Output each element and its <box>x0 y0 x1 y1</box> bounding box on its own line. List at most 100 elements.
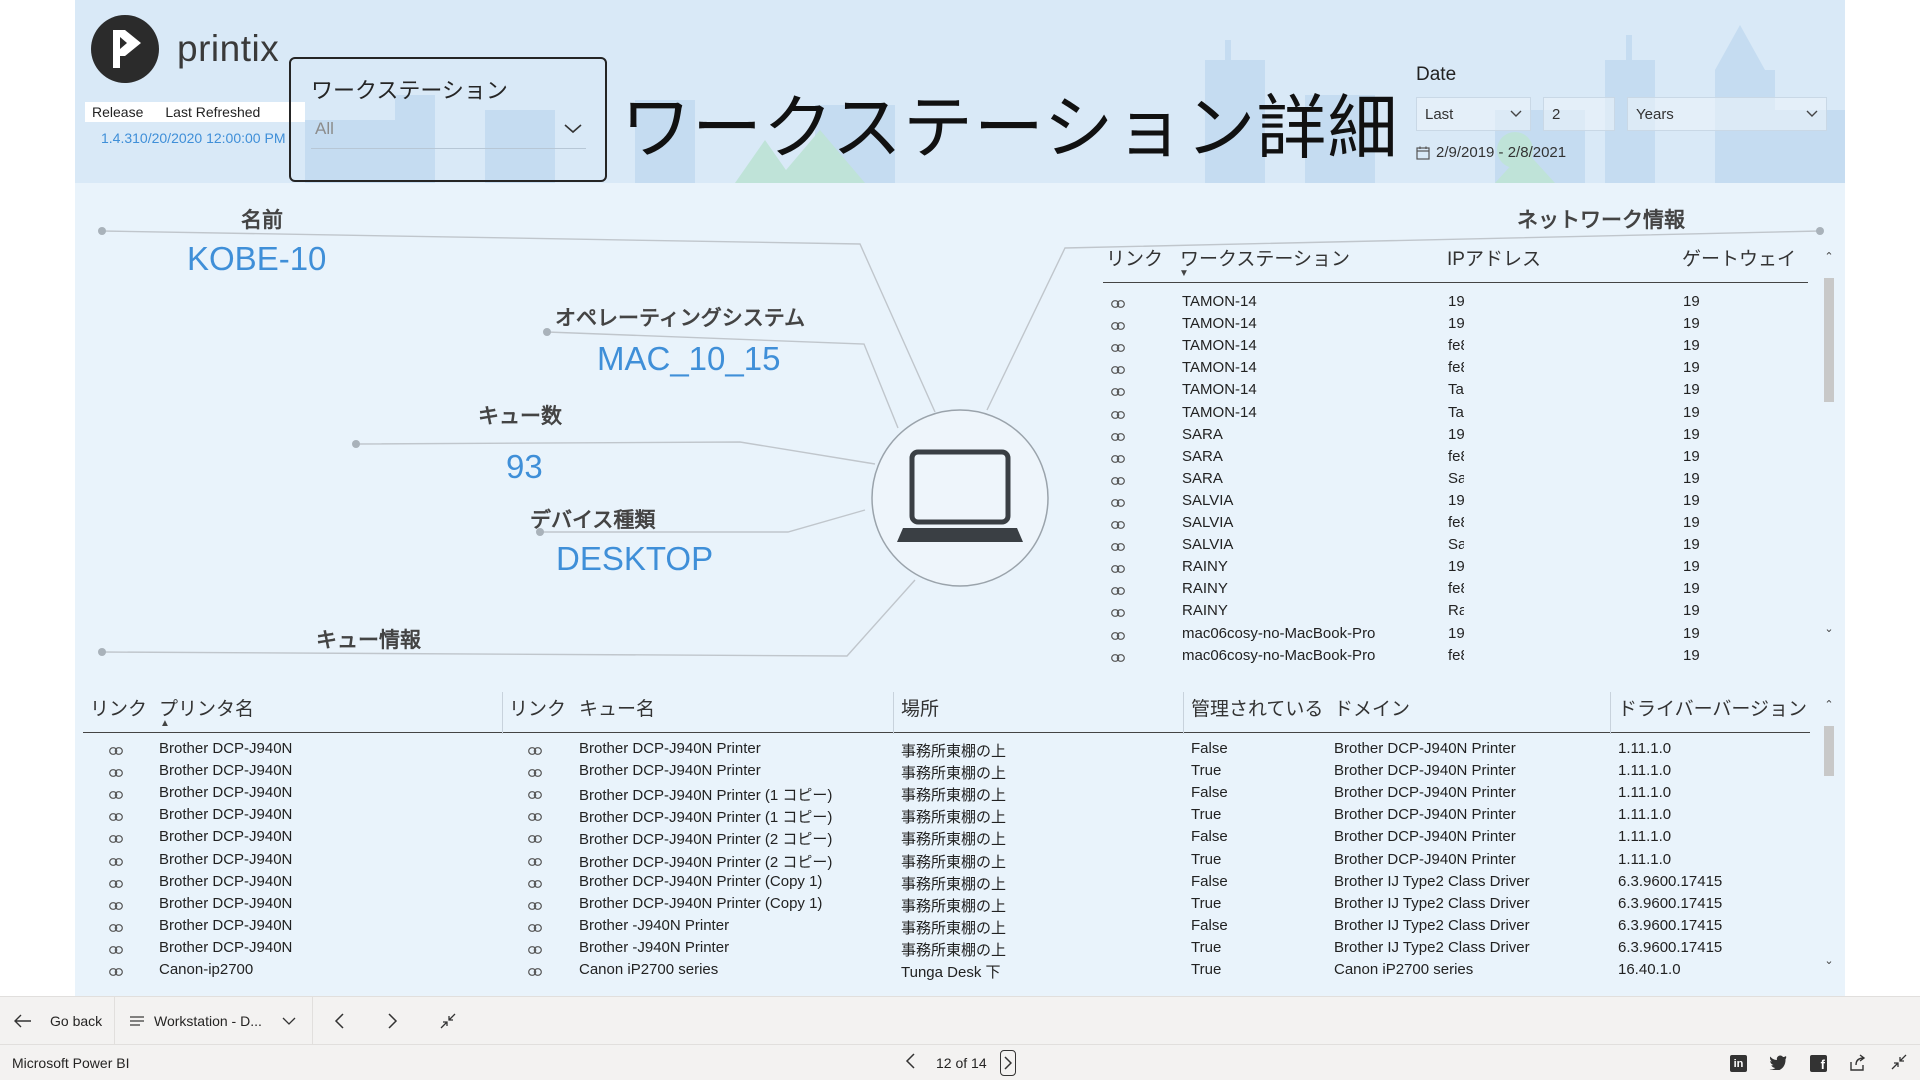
link-icon[interactable] <box>528 786 542 803</box>
gateway-cell: 19 <box>1683 602 1700 620</box>
link-icon[interactable] <box>528 875 542 892</box>
link-icon[interactable] <box>528 963 542 980</box>
queue-header-printer-link[interactable]: リンク <box>90 694 147 721</box>
queue-header-printer-name[interactable]: プリンタ名 <box>159 694 254 721</box>
link-icon[interactable] <box>109 742 123 759</box>
scroll-down-icon[interactable]: ⌄ <box>1824 624 1834 635</box>
location-cell: 事務所東棚の上 <box>901 897 1007 915</box>
date-relative-dropdown[interactable]: Last <box>1416 97 1531 131</box>
previous-page-button[interactable] <box>334 997 344 1045</box>
workstation-cell: SALVIA <box>1182 536 1234 554</box>
table-row: Brother DCP-J940N Brother DCP-J940N Print… <box>83 760 1825 782</box>
link-icon[interactable] <box>1111 406 1125 423</box>
link-icon[interactable] <box>528 897 542 914</box>
queue-table-scrollbar[interactable]: ⌃ ⌄ <box>1824 696 1834 972</box>
facebook-icon[interactable]: f <box>1810 1055 1827 1072</box>
scroll-thumb[interactable] <box>1824 278 1834 402</box>
link-icon[interactable] <box>1111 582 1125 599</box>
link-icon[interactable] <box>109 875 123 892</box>
link-icon[interactable] <box>1111 649 1125 666</box>
link-icon[interactable] <box>1111 361 1125 378</box>
next-page-button[interactable] <box>388 997 398 1045</box>
link-icon[interactable] <box>528 941 542 958</box>
link-icon[interactable] <box>528 808 542 825</box>
link-icon[interactable] <box>109 963 123 980</box>
table-row: Brother DCP-J940N Brother DCP-J940N Print… <box>83 849 1825 871</box>
link-icon[interactable] <box>109 830 123 847</box>
scroll-thumb[interactable] <box>1824 726 1834 776</box>
ip-cell: fe8 <box>1448 337 1464 355</box>
workstation-dropdown[interactable]: All <box>311 109 586 149</box>
share-icon[interactable] <box>1848 1054 1866 1075</box>
collapse-icon[interactable] <box>1891 1054 1907 1073</box>
link-icon[interactable] <box>528 830 542 847</box>
link-icon[interactable] <box>1111 428 1125 445</box>
queue-header-driver-version[interactable]: ドライバーバージョン <box>1618 694 1807 721</box>
net-header-workstation[interactable]: ワークステーション <box>1180 244 1350 271</box>
net-header-ip[interactable]: IPアドレス <box>1447 244 1541 271</box>
queue-header-location[interactable]: 場所 <box>901 694 939 721</box>
driver-version-cell: 1.11.1.0 <box>1618 762 1672 780</box>
table-row: mac06cosy-no-MacBook-Pro fe8 19 <box>1101 645 1825 667</box>
queue-name-cell: Brother DCP-J940N Printer (2 コピー) <box>579 831 833 849</box>
link-icon[interactable] <box>1111 383 1125 400</box>
scroll-down-icon[interactable]: ⌄ <box>1824 956 1834 967</box>
go-back-button[interactable]: Go back <box>14 997 102 1045</box>
table-row: SARA Sa 19 <box>1101 468 1825 490</box>
link-icon[interactable] <box>109 786 123 803</box>
link-icon[interactable] <box>1111 339 1125 356</box>
link-icon[interactable] <box>1111 494 1125 511</box>
queue-header-managed[interactable]: 管理されている <box>1191 694 1323 721</box>
linkedin-icon[interactable]: in <box>1730 1055 1747 1072</box>
ip-cell: 19 <box>1448 293 1464 310</box>
link-icon[interactable] <box>528 853 542 870</box>
link-icon[interactable] <box>528 764 542 781</box>
managed-cell: True <box>1191 938 1222 956</box>
location-cell: 事務所東棚の上 <box>901 853 1007 871</box>
queue-name-cell: Brother -J940N Printer <box>579 916 730 934</box>
queue-header-queue-link[interactable]: リンク <box>509 694 566 721</box>
exit-fullscreen-button[interactable] <box>440 997 456 1045</box>
link-icon[interactable] <box>1111 516 1125 533</box>
link-icon[interactable] <box>1111 604 1125 621</box>
link-icon[interactable] <box>109 941 123 958</box>
net-header-gateway[interactable]: ゲートウェイ <box>1682 244 1796 271</box>
driver-version-cell: 1.11.1.0 <box>1618 784 1672 802</box>
gateway-cell: 19 <box>1683 491 1700 509</box>
last-refreshed-tab[interactable]: Last Refreshed <box>165 104 260 120</box>
link-icon[interactable] <box>528 919 542 936</box>
date-unit-dropdown[interactable]: Years <box>1627 97 1827 131</box>
twitter-icon[interactable] <box>1769 1054 1787 1073</box>
link-icon[interactable] <box>1111 450 1125 467</box>
link-icon[interactable] <box>1111 295 1125 312</box>
date-unit-value: Years <box>1636 105 1674 123</box>
status-next-page-button[interactable] <box>1000 1050 1016 1076</box>
link-icon[interactable] <box>1111 560 1125 577</box>
network-table-scrollbar[interactable]: ⌃ ⌄ <box>1824 248 1834 640</box>
workstation-cell: SALVIA <box>1182 491 1234 509</box>
page-selector-label: Workstation - D... <box>154 1013 262 1029</box>
link-icon[interactable] <box>109 919 123 936</box>
link-icon[interactable] <box>109 853 123 870</box>
link-icon[interactable] <box>109 897 123 914</box>
link-icon[interactable] <box>1111 627 1125 644</box>
ip-cell: 19 <box>1448 624 1464 642</box>
scroll-up-icon[interactable]: ⌃ <box>1824 252 1834 263</box>
link-icon[interactable] <box>109 764 123 781</box>
app-name: Microsoft Power BI <box>12 1055 130 1071</box>
queue-header-domain[interactable]: ドメイン <box>1334 694 1410 721</box>
link-icon[interactable] <box>1111 472 1125 489</box>
link-icon[interactable] <box>528 742 542 759</box>
chevron-right-icon <box>388 1013 398 1029</box>
link-icon[interactable] <box>109 808 123 825</box>
status-prev-page-button[interactable] <box>905 1053 915 1072</box>
link-icon[interactable] <box>1111 538 1125 555</box>
queue-header-queue-name[interactable]: キュー名 <box>579 694 655 721</box>
date-range-text: 2/9/2019 - 2/8/2021 <box>1436 144 1567 161</box>
link-icon[interactable] <box>1111 317 1125 334</box>
date-amount-input[interactable]: 2 <box>1543 97 1615 131</box>
scroll-up-icon[interactable]: ⌃ <box>1824 700 1834 711</box>
net-header-link[interactable]: リンク <box>1106 244 1163 271</box>
page-selector[interactable]: Workstation - D... <box>130 997 296 1045</box>
release-tab[interactable]: Release <box>92 104 143 120</box>
